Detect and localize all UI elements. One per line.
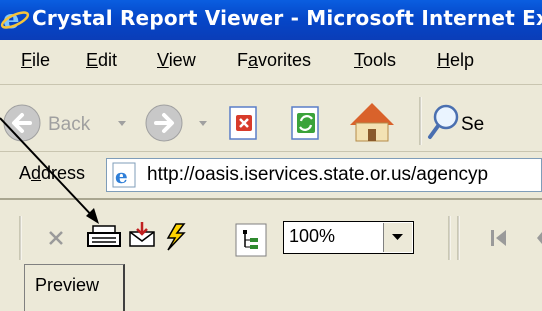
menu-edit-accel: E	[86, 50, 99, 70]
search-label: Se	[461, 114, 484, 135]
close-icon[interactable]	[49, 231, 63, 245]
svg-text:e: e	[115, 164, 128, 188]
refresh-lightning-icon[interactable]	[166, 223, 186, 251]
zoom-dropdown-button[interactable]	[383, 223, 412, 252]
print-button[interactable]	[87, 225, 121, 247]
menu-tools-rest: ools	[363, 50, 397, 70]
home-icon	[350, 103, 394, 125]
home-button[interactable]	[350, 103, 394, 142]
menu-favorites[interactable]: Favorites	[237, 50, 311, 71]
ie-logo-icon: e	[0, 5, 30, 34]
address-label-rest: dress	[41, 163, 86, 183]
address-label-pre: A	[19, 163, 32, 183]
report-toolbar: 100% Preview	[0, 200, 542, 311]
stop-button[interactable]	[229, 106, 257, 140]
back-dropdown-icon[interactable]	[118, 121, 126, 126]
menu-edit-rest: dit	[98, 50, 118, 70]
address-input[interactable]: e http://oasis.iservices.state.or.us/age…	[106, 158, 542, 192]
zoom-value: 100%	[289, 226, 336, 246]
window-title: Crystal Report Viewer - Microsoft Intern…	[32, 6, 542, 30]
first-page-button[interactable]	[491, 230, 506, 246]
menu-help-accel: H	[437, 50, 450, 70]
chevron-down-icon	[392, 234, 403, 240]
menu-tools-accel: T	[354, 50, 363, 70]
menu-view-rest: iew	[168, 50, 196, 70]
tab-preview-label: Preview	[35, 275, 100, 295]
menu-edit[interactable]: Edit	[86, 50, 117, 71]
address-bar: Address e http://oasis.iservices.state.o…	[0, 152, 542, 200]
menu-help[interactable]: Help	[437, 50, 474, 71]
menu-favorites-accel: a	[248, 50, 259, 70]
title-bar: e Crystal Report Viewer - Microsoft Inte…	[0, 0, 542, 40]
menu-help-rest: elp	[450, 50, 475, 70]
search-button[interactable]: Se	[428, 104, 484, 139]
menu-file[interactable]: File	[21, 50, 50, 71]
back-button[interactable]: Back	[3, 104, 91, 142]
refresh-button[interactable]	[291, 106, 319, 140]
forward-button[interactable]	[145, 104, 183, 142]
prev-page-icon[interactable]	[537, 232, 542, 244]
standard-toolbar: Back Se	[0, 85, 542, 152]
menu-view[interactable]: View	[157, 50, 196, 71]
menu-file-rest: ile	[32, 50, 51, 70]
first-page-icon	[491, 230, 494, 246]
tab-preview[interactable]: Preview	[24, 264, 125, 311]
group-tree-toggle[interactable]	[235, 223, 267, 257]
back-label: Back	[48, 114, 91, 135]
address-url: http://oasis.iservices.state.or.us/agenc…	[147, 164, 489, 185]
zoom-select[interactable]: 100%	[283, 221, 414, 254]
menu-bar: File Edit View Favorites Tools Help	[0, 40, 542, 85]
export-button[interactable]	[129, 222, 155, 247]
address-label-accel: d	[31, 163, 42, 183]
menu-file-accel: F	[21, 50, 32, 70]
menu-favorites-pre: F	[237, 50, 248, 70]
menu-tools[interactable]: Tools	[354, 50, 396, 71]
forward-dropdown-icon[interactable]	[199, 121, 207, 126]
menu-view-accel: V	[157, 50, 169, 70]
page-icon: e	[112, 162, 136, 188]
menu-favorites-rest: vorites	[258, 50, 312, 70]
address-label: Address	[19, 163, 85, 184]
